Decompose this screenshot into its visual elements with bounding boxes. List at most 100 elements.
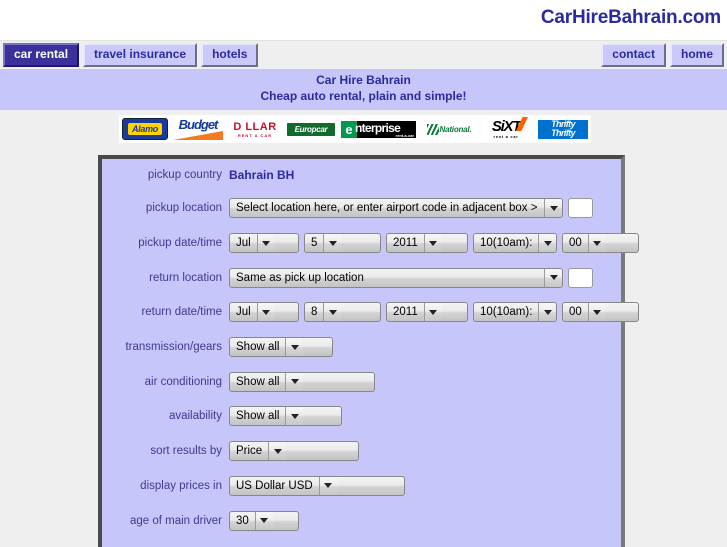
select-return-hour[interactable]: 10(10am): bbox=[473, 302, 557, 323]
select-availability[interactable]: Show all bbox=[229, 406, 342, 427]
form-row-driver-age: age of main driver 30 bbox=[102, 503, 621, 538]
form-row-air-conditioning: air conditioning Show all bbox=[102, 364, 621, 399]
chevron-down-icon bbox=[323, 303, 342, 322]
select-return-location[interactable]: Same as pick up location bbox=[229, 267, 563, 288]
national-logo-text: National. bbox=[439, 124, 472, 134]
label-transmission: transmission/gears bbox=[125, 341, 222, 354]
select-return-hour-value: 10(10am): bbox=[480, 306, 533, 319]
chevron-down-icon bbox=[285, 372, 304, 391]
form-row-availability: availability Show all bbox=[102, 399, 621, 434]
enterprise-logo-text: nterprise bbox=[355, 120, 401, 135]
main-navigation: car rental travel insurance hotels conta… bbox=[0, 40, 727, 69]
nav-right-group: contact home bbox=[601, 41, 724, 69]
select-pickup-day-value: 5 bbox=[311, 237, 318, 250]
thrifty-logo-icon: Thrifty Thrifty bbox=[538, 119, 588, 139]
chevron-down-icon bbox=[318, 476, 337, 495]
site-header: CarHireBahrain.com bbox=[0, 0, 727, 40]
select-pickup-year[interactable]: 2011 bbox=[386, 233, 468, 254]
form-row-transmission: transmission/gears Show all bbox=[102, 330, 621, 365]
select-return-day[interactable]: 8 bbox=[304, 302, 381, 323]
europcar-logo-text: Europcar bbox=[294, 124, 328, 134]
select-display-currency[interactable]: US Dollar USD bbox=[229, 475, 405, 496]
label-pickup-location: pickup location bbox=[145, 202, 222, 215]
select-pickup-minute[interactable]: 00 bbox=[562, 233, 639, 254]
input-pickup-airport-code[interactable] bbox=[568, 198, 593, 219]
chevron-down-icon bbox=[323, 234, 342, 253]
label-pickup-country: pickup country bbox=[147, 169, 222, 181]
chevron-down-icon bbox=[587, 234, 606, 253]
form-row-pickup-location: pickup location Select location here, or… bbox=[102, 191, 621, 226]
form-row-sort-results: sort results by Price bbox=[102, 434, 621, 469]
budget-logo-icon: Budget bbox=[172, 116, 224, 142]
select-pickup-hour-value: 10(10am): bbox=[480, 237, 533, 250]
alamo-logo-icon: Alamo bbox=[122, 118, 168, 140]
tagline-subheading: Cheap auto rental, plain and simple! bbox=[260, 89, 467, 103]
chevron-down-icon bbox=[268, 442, 287, 461]
chevron-down-icon bbox=[587, 303, 606, 322]
select-air-conditioning[interactable]: Show all bbox=[229, 371, 375, 392]
chevron-down-icon bbox=[538, 234, 556, 253]
select-return-year-value: 2011 bbox=[393, 306, 418, 319]
select-return-minute-value: 00 bbox=[569, 306, 582, 319]
select-display-currency-value: US Dollar USD bbox=[236, 479, 313, 492]
form-row-pickup-country: pickup country Bahrain BH bbox=[102, 159, 621, 191]
select-return-year[interactable]: 2011 bbox=[386, 302, 468, 323]
budget-logo-bar bbox=[173, 131, 223, 140]
select-return-location-value: Same as pick up location bbox=[236, 271, 364, 284]
select-sort-results[interactable]: Price bbox=[229, 441, 359, 462]
select-driver-age-value: 30 bbox=[236, 514, 249, 527]
select-pickup-month-value: Jul bbox=[236, 237, 251, 250]
chevron-down-icon bbox=[423, 303, 442, 322]
chevron-down-icon bbox=[256, 303, 275, 322]
select-pickup-year-value: 2011 bbox=[393, 237, 418, 250]
select-return-day-value: 8 bbox=[311, 306, 318, 319]
europcar-logo-icon: Europcar bbox=[287, 122, 335, 136]
nav-item-car-rental[interactable]: car rental bbox=[3, 43, 80, 67]
chevron-down-icon bbox=[544, 199, 562, 218]
select-pickup-hour[interactable]: 10(10am): bbox=[473, 233, 557, 254]
dollar-logo-subtext: RENT A CAR bbox=[237, 132, 273, 138]
select-return-month-value: Jul bbox=[236, 306, 251, 319]
select-driver-age[interactable]: 30 bbox=[229, 510, 299, 531]
select-transmission-value: Show all bbox=[236, 341, 280, 354]
chevron-down-icon bbox=[254, 511, 273, 530]
chevron-down-icon bbox=[256, 234, 275, 253]
nav-item-home[interactable]: home bbox=[669, 43, 724, 67]
nav-item-travel-insurance[interactable]: travel insurance bbox=[83, 43, 198, 67]
site-title: CarHireBahrain.com bbox=[540, 7, 721, 28]
enterprise-logo-icon: e nterprise rent-a-car bbox=[341, 120, 416, 138]
chevron-down-icon bbox=[538, 303, 556, 322]
chevron-down-icon bbox=[285, 407, 304, 426]
select-pickup-month[interactable]: Jul bbox=[229, 233, 299, 254]
label-return-datetime: return date/time bbox=[141, 306, 222, 319]
tagline-heading: Car Hire Bahrain bbox=[316, 73, 411, 87]
dollar-logo-icon: D LLAR RENT A CAR bbox=[229, 117, 281, 141]
value-pickup-country: Bahrain BH bbox=[229, 168, 295, 182]
label-pickup-datetime: pickup date/time bbox=[138, 237, 222, 250]
nav-item-contact[interactable]: contact bbox=[601, 43, 666, 67]
enterprise-logo-subtext: rent-a-car bbox=[395, 132, 414, 138]
sixt-logo-text: SiXT bbox=[492, 117, 528, 134]
car-rental-search-form: pickup country Bahrain BH pickup locatio… bbox=[98, 155, 639, 547]
select-pickup-day[interactable]: 5 bbox=[304, 233, 381, 254]
label-availability: availability bbox=[168, 410, 222, 423]
chevron-down-icon bbox=[544, 268, 562, 287]
select-air-conditioning-value: Show all bbox=[236, 375, 280, 388]
select-pickup-location-value: Select location here, or enter airport c… bbox=[236, 202, 538, 215]
rental-brand-logo-strip: Alamo Budget D LLAR RENT A CAR Europcar … bbox=[119, 115, 591, 143]
thrifty-logo-text-bottom: Thrifty bbox=[551, 128, 575, 138]
label-sort-results: sort results by bbox=[150, 445, 222, 458]
sixt-logo-icon: SiXT rent a car bbox=[482, 117, 530, 141]
select-return-minute[interactable]: 00 bbox=[562, 302, 639, 323]
select-return-month[interactable]: Jul bbox=[229, 302, 299, 323]
select-availability-value: Show all bbox=[236, 410, 280, 423]
input-return-airport-code[interactable] bbox=[568, 267, 593, 288]
nav-left-group: car rental travel insurance hotels bbox=[0, 43, 259, 67]
select-pickup-location[interactable]: Select location here, or enter airport c… bbox=[229, 198, 563, 219]
label-air-conditioning: air conditioning bbox=[144, 375, 222, 388]
nav-item-hotels[interactable]: hotels bbox=[201, 43, 259, 67]
page-body: Alamo Budget D LLAR RENT A CAR Europcar … bbox=[0, 110, 727, 547]
dollar-logo-text: D LLAR bbox=[233, 120, 277, 133]
national-logo-icon: National. bbox=[423, 122, 475, 136]
select-transmission[interactable]: Show all bbox=[229, 337, 333, 358]
